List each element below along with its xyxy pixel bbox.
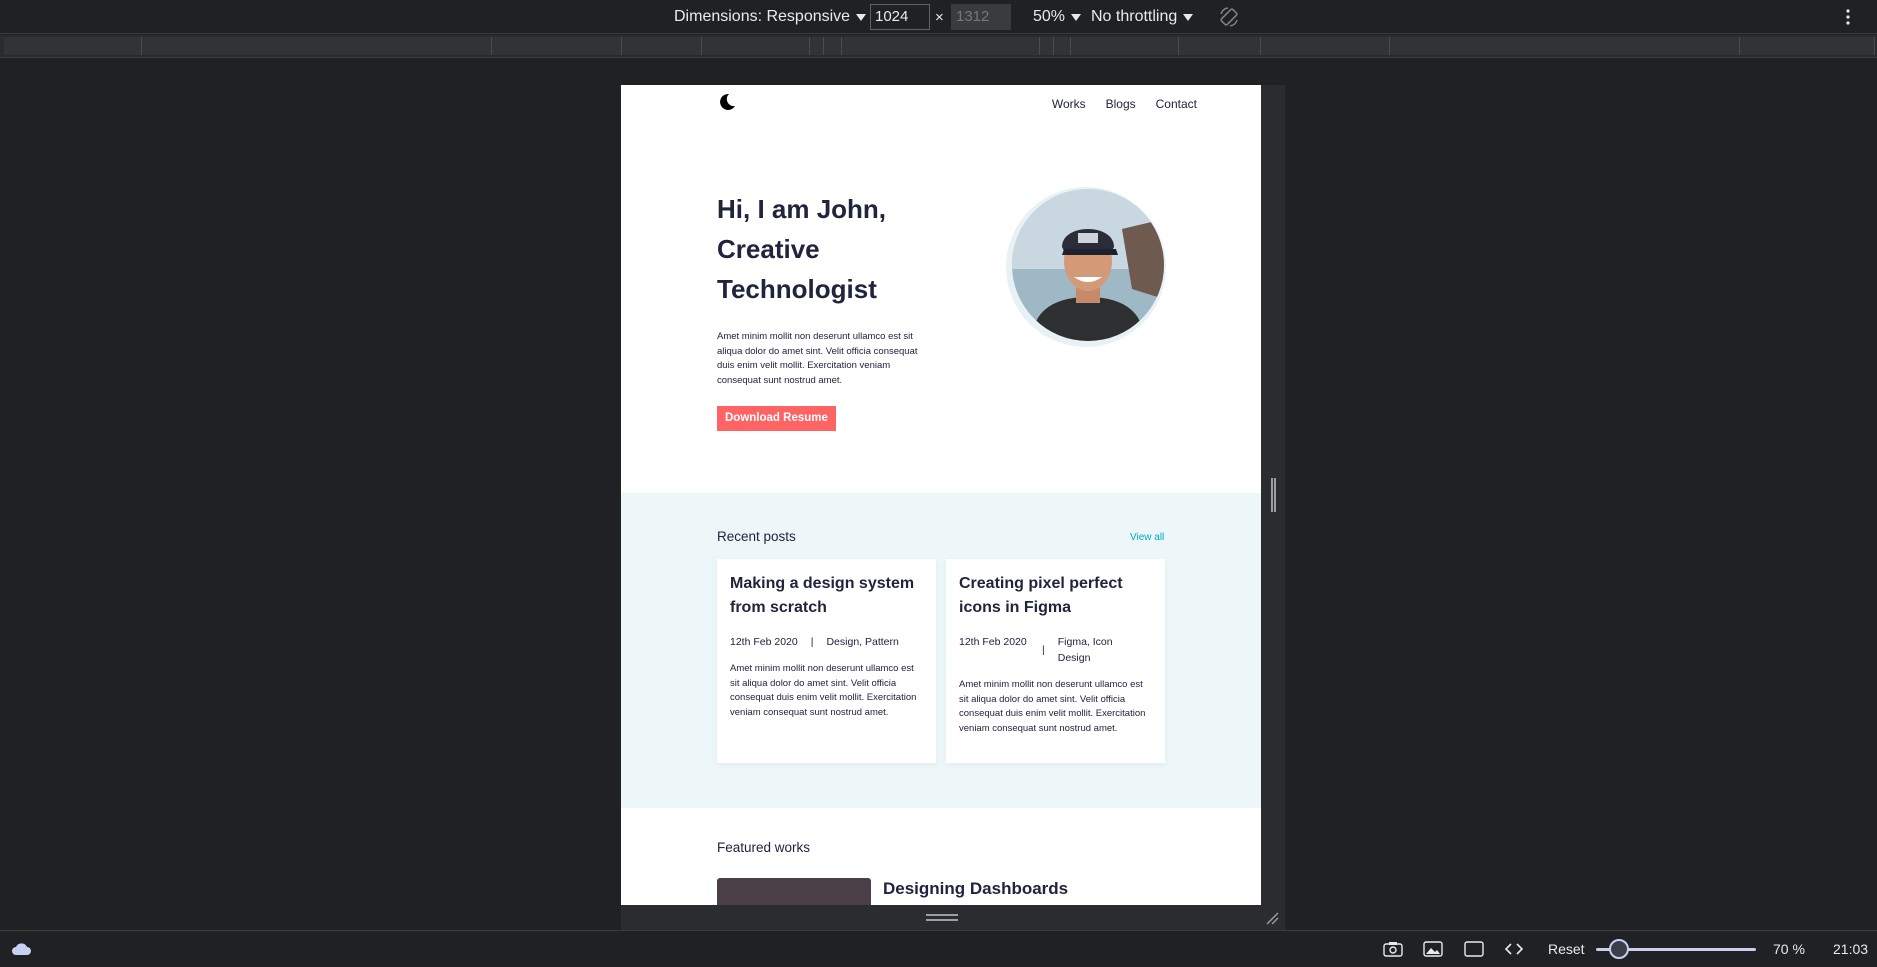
- zoom-level: 70 %: [1773, 941, 1805, 957]
- resize-bar-bottom: [621, 905, 1285, 930]
- zoom-dropdown[interactable]: 50%: [1033, 0, 1082, 34]
- media-query-segment[interactable]: [842, 37, 1040, 55]
- work-title[interactable]: Designing Dashboards: [883, 879, 1068, 899]
- media-query-segment[interactable]: [622, 37, 702, 55]
- media-query-segment[interactable]: [142, 37, 492, 55]
- featured-works-heading: Featured works: [717, 840, 811, 855]
- media-query-segment[interactable]: [1390, 37, 1740, 55]
- post-meta: 12th Feb 2020 | Figma, Icon Design: [959, 634, 1153, 666]
- media-query-segment[interactable]: [492, 37, 622, 55]
- nav-link-contact[interactable]: Contact: [1156, 97, 1197, 111]
- site-nav: Works Blogs Contact: [717, 89, 1197, 119]
- media-query-segment[interactable]: [1071, 37, 1179, 55]
- resize-handle-right[interactable]: [1271, 478, 1276, 512]
- post-card[interactable]: Making a design system from scratch 12th…: [717, 559, 936, 763]
- chevron-down-icon: [856, 13, 867, 21]
- post-excerpt: Amet minim mollit non deserunt ullamco e…: [730, 663, 917, 718]
- media-query-segment[interactable]: [1179, 37, 1261, 55]
- media-query-segment[interactable]: [1040, 37, 1054, 55]
- meta-separator: |: [1042, 644, 1045, 656]
- profile-photo: [1012, 189, 1164, 341]
- post-tags: Design, Pattern: [826, 636, 899, 648]
- post-date: 12th Feb 2020: [959, 636, 1027, 648]
- view-all-link[interactable]: View all: [1130, 532, 1164, 543]
- post-card[interactable]: Creating pixel perfect icons in Figma 12…: [946, 559, 1165, 763]
- moon-logo-icon[interactable]: [717, 92, 737, 112]
- reset-button[interactable]: Reset: [1548, 931, 1585, 967]
- clock: 21:03: [1833, 941, 1869, 957]
- nav-link-blogs[interactable]: Blogs: [1106, 97, 1136, 111]
- meta-separator: |: [810, 636, 814, 648]
- code-icon[interactable]: [1504, 931, 1524, 967]
- download-resume-button[interactable]: Download Resume: [717, 406, 836, 431]
- resize-corner-icon[interactable]: [1265, 911, 1279, 925]
- media-query-segment[interactable]: [702, 37, 810, 55]
- zoom-slider-handle[interactable]: [1609, 939, 1629, 959]
- rotate-icon[interactable]: [1218, 0, 1240, 34]
- width-input[interactable]: 1024: [870, 4, 930, 30]
- media-query-segment[interactable]: [824, 37, 842, 55]
- media-query-segment[interactable]: [1740, 37, 1875, 55]
- hero-title-line: Hi, I am John,: [717, 194, 887, 224]
- post-title[interactable]: Creating pixel perfect icons in Figma: [959, 572, 1153, 620]
- recent-posts-heading: Recent posts: [717, 529, 796, 544]
- resize-handle-bottom[interactable]: [926, 914, 958, 921]
- window-icon[interactable]: [1464, 931, 1484, 967]
- dimensions-dropdown[interactable]: Dimensions: Responsive: [674, 0, 867, 34]
- status-bar: Reset 70 % 21:03: [0, 930, 1877, 966]
- emulated-page: Works Blogs Contact Hi, I am John, Creat…: [621, 85, 1261, 905]
- hero-title-line: Technologist: [717, 274, 877, 304]
- nav-link-works[interactable]: Works: [1052, 97, 1086, 111]
- hero-description: Amet minim mollit non deserunt ullamco e…: [717, 331, 918, 386]
- media-query-segment[interactable]: [810, 37, 824, 55]
- screenshot-icon[interactable]: [1383, 931, 1403, 967]
- dimensions-label: Dimensions: Responsive: [674, 8, 851, 25]
- chevron-down-icon: [1183, 13, 1194, 21]
- avatar: [1006, 187, 1166, 347]
- devtools-toolbar: Dimensions: Responsive 1024 × 1312 50% N…: [0, 0, 1877, 34]
- media-query-segment[interactable]: [1054, 37, 1071, 55]
- hero-title: Hi, I am John, Creative Technologist: [717, 189, 957, 309]
- throttling-dropdown[interactable]: No throttling: [1091, 0, 1194, 34]
- media-query-bar: [0, 35, 1877, 58]
- chevron-down-icon: [1071, 13, 1082, 21]
- post-title[interactable]: Making a design system from scratch: [730, 572, 924, 620]
- throttling-label: No throttling: [1091, 8, 1178, 25]
- zoom-label: 50%: [1033, 8, 1066, 25]
- nav-links: Works Blogs Contact: [1052, 97, 1197, 111]
- post-tags: Figma, Icon Design: [1057, 636, 1113, 664]
- media-query-segment[interactable]: [4, 37, 142, 55]
- post-date: 12th Feb 2020: [730, 636, 798, 648]
- work-thumbnail[interactable]: [717, 878, 871, 905]
- hero-title-line: Creative: [717, 234, 820, 264]
- more-options-icon[interactable]: [1845, 0, 1851, 34]
- recent-posts-section: Recent posts View all Making a design sy…: [621, 493, 1261, 808]
- cloud-icon[interactable]: [10, 931, 32, 967]
- height-input[interactable]: 1312: [951, 4, 1011, 30]
- post-meta: 12th Feb 2020 | Design, Pattern: [730, 634, 924, 650]
- media-query-segment[interactable]: [1261, 37, 1390, 55]
- times-symbol: ×: [935, 8, 944, 26]
- post-excerpt: Amet minim mollit non deserunt ullamco e…: [959, 679, 1146, 734]
- image-icon[interactable]: [1423, 931, 1443, 967]
